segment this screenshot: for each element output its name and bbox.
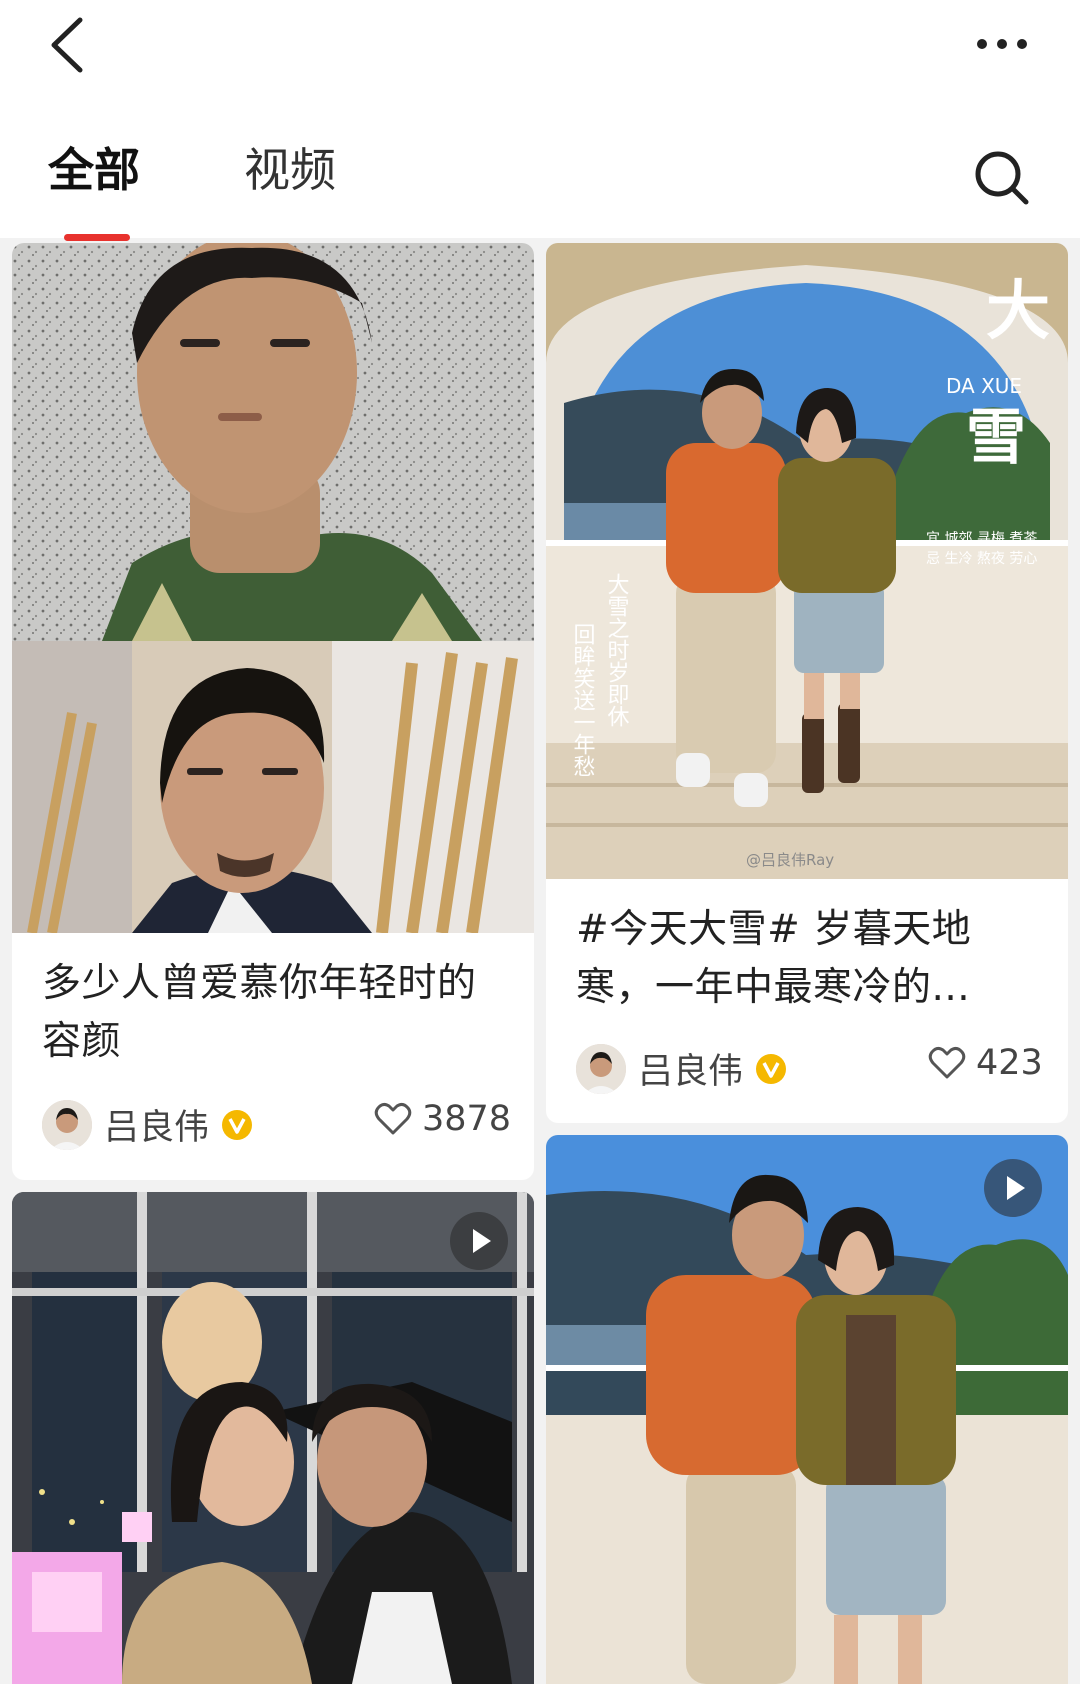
card-image-1: [12, 243, 534, 933]
verified-badge-icon: [222, 1109, 253, 1140]
play-icon: [473, 1229, 491, 1253]
image-watermark: @吕良伟Ray: [746, 851, 834, 869]
feed-card-4[interactable]: [546, 1135, 1068, 1684]
author-row[interactable]: 吕良伟: [576, 1043, 787, 1094]
search-icon: [975, 151, 1029, 205]
image-big-title-2: 雪: [966, 403, 1026, 473]
more-button[interactable]: [972, 20, 1032, 68]
like-count: 423: [976, 1043, 1043, 1083]
active-tab-indicator: [64, 234, 130, 241]
like-button[interactable]: 423: [928, 1043, 1043, 1083]
heart-icon: [374, 1102, 412, 1135]
tab-all[interactable]: 全部: [48, 140, 140, 200]
card-title: #今天大雪# 岁暮天地寒，一年中最寒冷的...: [576, 907, 972, 1010]
author-row[interactable]: 吕良伟: [42, 1099, 253, 1150]
card-image-4: [546, 1135, 1068, 1684]
play-button[interactable]: [984, 1159, 1042, 1217]
image-poem-line-2: 忌 生冷 熬夜 劳心: [926, 551, 1037, 567]
author-name: 吕良伟: [638, 1052, 744, 1092]
avatar: [42, 1099, 92, 1150]
feed-card-1[interactable]: 多少人曾爱慕你年轻时的容颜 吕良伟 3878: [12, 243, 534, 1180]
author-name: 吕良伟: [104, 1108, 210, 1148]
back-button[interactable]: [44, 14, 104, 76]
card-title: 多少人曾爱慕你年轻时的容颜: [42, 961, 477, 1064]
like-count: 3878: [422, 1099, 512, 1139]
play-button[interactable]: [450, 1212, 508, 1270]
image-poem-line-1: 宜 城郊 寻梅 煮茶: [926, 530, 1037, 547]
search-button[interactable]: [974, 150, 1030, 206]
like-button[interactable]: 3878: [374, 1099, 511, 1139]
avatar: [576, 1043, 626, 1094]
image-big-title: 大: [986, 274, 1050, 349]
more-dots-icon: [977, 39, 1027, 49]
image-vertical-line-1: 大雪之时岁即休: [604, 573, 630, 727]
chevron-left-icon: [51, 17, 83, 73]
verified-badge-icon: [756, 1053, 787, 1084]
play-icon: [1007, 1176, 1025, 1200]
feed-card-3[interactable]: [12, 1192, 534, 1684]
image-vertical-line-2: 回眸笑送一年愁: [570, 623, 596, 777]
feed-card-2[interactable]: 大 DA XUE 雪 宜 城郊 寻梅 煮茶 忌 生冷 熬夜 劳心 大雪之时岁即休…: [546, 243, 1068, 1123]
heart-icon: [928, 1046, 966, 1079]
top-bar: 全部 视频: [0, 0, 1080, 241]
image-pinyin: DA XUE: [946, 374, 1022, 398]
card-image-2: 大 DA XUE 雪 宜 城郊 寻梅 煮茶 忌 生冷 熬夜 劳心 大雪之时岁即休…: [546, 243, 1068, 879]
tab-video[interactable]: 视频: [244, 140, 336, 200]
